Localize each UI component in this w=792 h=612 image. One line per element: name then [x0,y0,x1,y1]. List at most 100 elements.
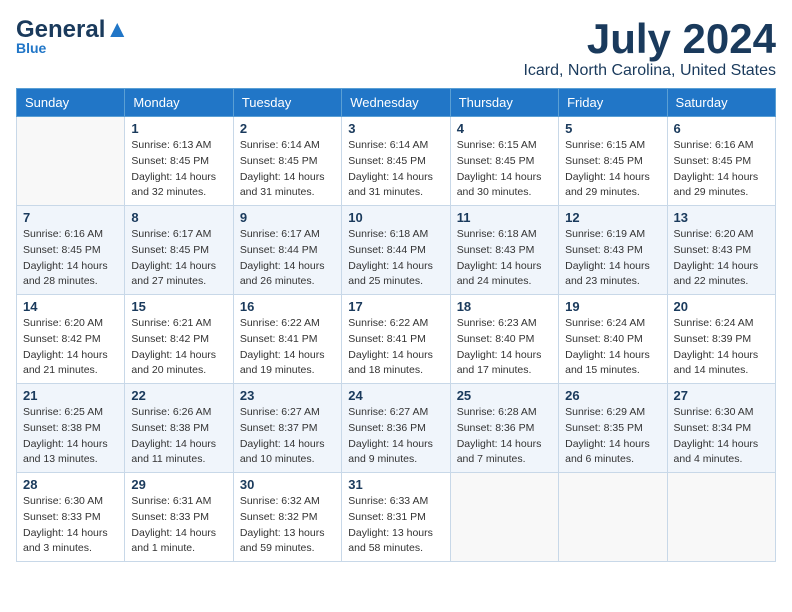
day-number: 22 [131,388,226,403]
day-info: Sunrise: 6:17 AM Sunset: 8:45 PM Dayligh… [131,227,226,290]
day-info: Sunrise: 6:15 AM Sunset: 8:45 PM Dayligh… [565,138,660,201]
weekday-header-row: Sunday Monday Tuesday Wednesday Thursday… [17,89,776,117]
day-info: Sunrise: 6:21 AM Sunset: 8:42 PM Dayligh… [131,316,226,379]
day-number: 12 [565,210,660,225]
day-number: 14 [23,299,118,314]
day-info: Sunrise: 6:20 AM Sunset: 8:43 PM Dayligh… [674,227,769,290]
day-info: Sunrise: 6:30 AM Sunset: 8:33 PM Dayligh… [23,494,118,557]
table-row: 6 Sunrise: 6:16 AM Sunset: 8:45 PM Daylig… [667,117,775,206]
day-number: 11 [457,210,552,225]
table-row: 14 Sunrise: 6:20 AM Sunset: 8:42 PM Dayli… [17,295,125,384]
day-info: Sunrise: 6:18 AM Sunset: 8:43 PM Dayligh… [457,227,552,290]
page-container: General▲ Blue July 2024 Icard, North Car… [16,16,776,562]
day-number: 17 [348,299,443,314]
day-number: 7 [23,210,118,225]
table-row: 7 Sunrise: 6:16 AM Sunset: 8:45 PM Daylig… [17,206,125,295]
day-number: 28 [23,477,118,492]
table-row: 19 Sunrise: 6:24 AM Sunset: 8:40 PM Dayli… [559,295,667,384]
table-row: 22 Sunrise: 6:26 AM Sunset: 8:38 PM Dayli… [125,384,233,473]
day-info: Sunrise: 6:20 AM Sunset: 8:42 PM Dayligh… [23,316,118,379]
day-info: Sunrise: 6:28 AM Sunset: 8:36 PM Dayligh… [457,405,552,468]
table-row: 10 Sunrise: 6:18 AM Sunset: 8:44 PM Dayli… [342,206,450,295]
table-row: 27 Sunrise: 6:30 AM Sunset: 8:34 PM Dayli… [667,384,775,473]
table-row: 8 Sunrise: 6:17 AM Sunset: 8:45 PM Daylig… [125,206,233,295]
day-number: 20 [674,299,769,314]
day-info: Sunrise: 6:26 AM Sunset: 8:38 PM Dayligh… [131,405,226,468]
day-number: 18 [457,299,552,314]
calendar-week-row: 7 Sunrise: 6:16 AM Sunset: 8:45 PM Daylig… [17,206,776,295]
header-tuesday: Tuesday [233,89,341,117]
calendar-week-row: 28 Sunrise: 6:30 AM Sunset: 8:33 PM Dayli… [17,473,776,562]
table-row: 16 Sunrise: 6:22 AM Sunset: 8:41 PM Dayli… [233,295,341,384]
table-row: 4Sunrise: 6:15 AM Sunset: 8:45 PM Daylig… [450,117,558,206]
header-sunday: Sunday [17,89,125,117]
header-wednesday: Wednesday [342,89,450,117]
day-info: Sunrise: 6:31 AM Sunset: 8:33 PM Dayligh… [131,494,226,557]
day-number: 1 [131,121,226,136]
table-row: 26Sunrise: 6:29 AM Sunset: 8:35 PM Dayli… [559,384,667,473]
table-row: 20Sunrise: 6:24 AM Sunset: 8:39 PM Dayli… [667,295,775,384]
day-info: Sunrise: 6:27 AM Sunset: 8:36 PM Dayligh… [348,405,443,468]
table-row: 17 Sunrise: 6:22 AM Sunset: 8:41 PM Dayli… [342,295,450,384]
table-row: 31Sunrise: 6:33 AM Sunset: 8:31 PM Dayli… [342,473,450,562]
table-row: 3Sunrise: 6:14 AM Sunset: 8:45 PM Daylig… [342,117,450,206]
day-number: 19 [565,299,660,314]
day-info: Sunrise: 6:27 AM Sunset: 8:37 PM Dayligh… [240,405,335,468]
table-row: 23 Sunrise: 6:27 AM Sunset: 8:37 PM Dayli… [233,384,341,473]
day-info: Sunrise: 6:32 AM Sunset: 8:32 PM Dayligh… [240,494,335,557]
table-row: 18 Sunrise: 6:23 AM Sunset: 8:40 PM Dayli… [450,295,558,384]
table-row [667,473,775,562]
day-info: Sunrise: 6:19 AM Sunset: 8:43 PM Dayligh… [565,227,660,290]
location-title: Icard, North Carolina, United States [523,62,776,80]
table-row: 30 Sunrise: 6:32 AM Sunset: 8:32 PM Dayli… [233,473,341,562]
day-info: Sunrise: 6:16 AM Sunset: 8:45 PM Dayligh… [674,138,769,201]
day-number: 23 [240,388,335,403]
table-row: 5 Sunrise: 6:15 AM Sunset: 8:45 PM Daylig… [559,117,667,206]
calendar-week-row: 21 Sunrise: 6:25 AM Sunset: 8:38 PM Dayli… [17,384,776,473]
day-info: Sunrise: 6:17 AM Sunset: 8:44 PM Dayligh… [240,227,335,290]
day-number: 13 [674,210,769,225]
day-number: 25 [457,388,552,403]
logo-bird-icon: ▲ [105,16,129,43]
header: General▲ Blue July 2024 Icard, North Car… [16,16,776,80]
table-row: 25 Sunrise: 6:28 AM Sunset: 8:36 PM Dayli… [450,384,558,473]
table-row [17,117,125,206]
day-number: 27 [674,388,769,403]
day-info: Sunrise: 6:22 AM Sunset: 8:41 PM Dayligh… [348,316,443,379]
table-row: 24Sunrise: 6:27 AM Sunset: 8:36 PM Dayli… [342,384,450,473]
day-number: 8 [131,210,226,225]
table-row [450,473,558,562]
calendar-table: Sunday Monday Tuesday Wednesday Thursday… [16,88,776,562]
header-thursday: Thursday [450,89,558,117]
day-number: 2 [240,121,335,136]
header-saturday: Saturday [667,89,775,117]
header-friday: Friday [559,89,667,117]
day-info: Sunrise: 6:14 AM Sunset: 8:45 PM Dayligh… [240,138,335,201]
day-info: Sunrise: 6:13 AM Sunset: 8:45 PM Dayligh… [131,138,226,201]
logo-general: General [16,16,105,43]
table-row: 11 Sunrise: 6:18 AM Sunset: 8:43 PM Dayli… [450,206,558,295]
day-number: 5 [565,121,660,136]
day-info: Sunrise: 6:25 AM Sunset: 8:38 PM Dayligh… [23,405,118,468]
table-row: 2 Sunrise: 6:14 AM Sunset: 8:45 PM Daylig… [233,117,341,206]
day-info: Sunrise: 6:30 AM Sunset: 8:34 PM Dayligh… [674,405,769,468]
table-row: 1 Sunrise: 6:13 AM Sunset: 8:45 PM Daylig… [125,117,233,206]
table-row: 28 Sunrise: 6:30 AM Sunset: 8:33 PM Dayli… [17,473,125,562]
day-info: Sunrise: 6:24 AM Sunset: 8:40 PM Dayligh… [565,316,660,379]
logo: General▲ Blue [16,16,129,56]
table-row: 13 Sunrise: 6:20 AM Sunset: 8:43 PM Dayli… [667,206,775,295]
day-number: 16 [240,299,335,314]
table-row: 9Sunrise: 6:17 AM Sunset: 8:44 PM Daylig… [233,206,341,295]
day-number: 6 [674,121,769,136]
day-info: Sunrise: 6:18 AM Sunset: 8:44 PM Dayligh… [348,227,443,290]
day-number: 30 [240,477,335,492]
day-info: Sunrise: 6:16 AM Sunset: 8:45 PM Dayligh… [23,227,118,290]
day-number: 3 [348,121,443,136]
day-info: Sunrise: 6:29 AM Sunset: 8:35 PM Dayligh… [565,405,660,468]
day-number: 21 [23,388,118,403]
day-info: Sunrise: 6:23 AM Sunset: 8:40 PM Dayligh… [457,316,552,379]
day-number: 15 [131,299,226,314]
day-info: Sunrise: 6:22 AM Sunset: 8:41 PM Dayligh… [240,316,335,379]
month-title: July 2024 [523,16,776,62]
day-number: 10 [348,210,443,225]
